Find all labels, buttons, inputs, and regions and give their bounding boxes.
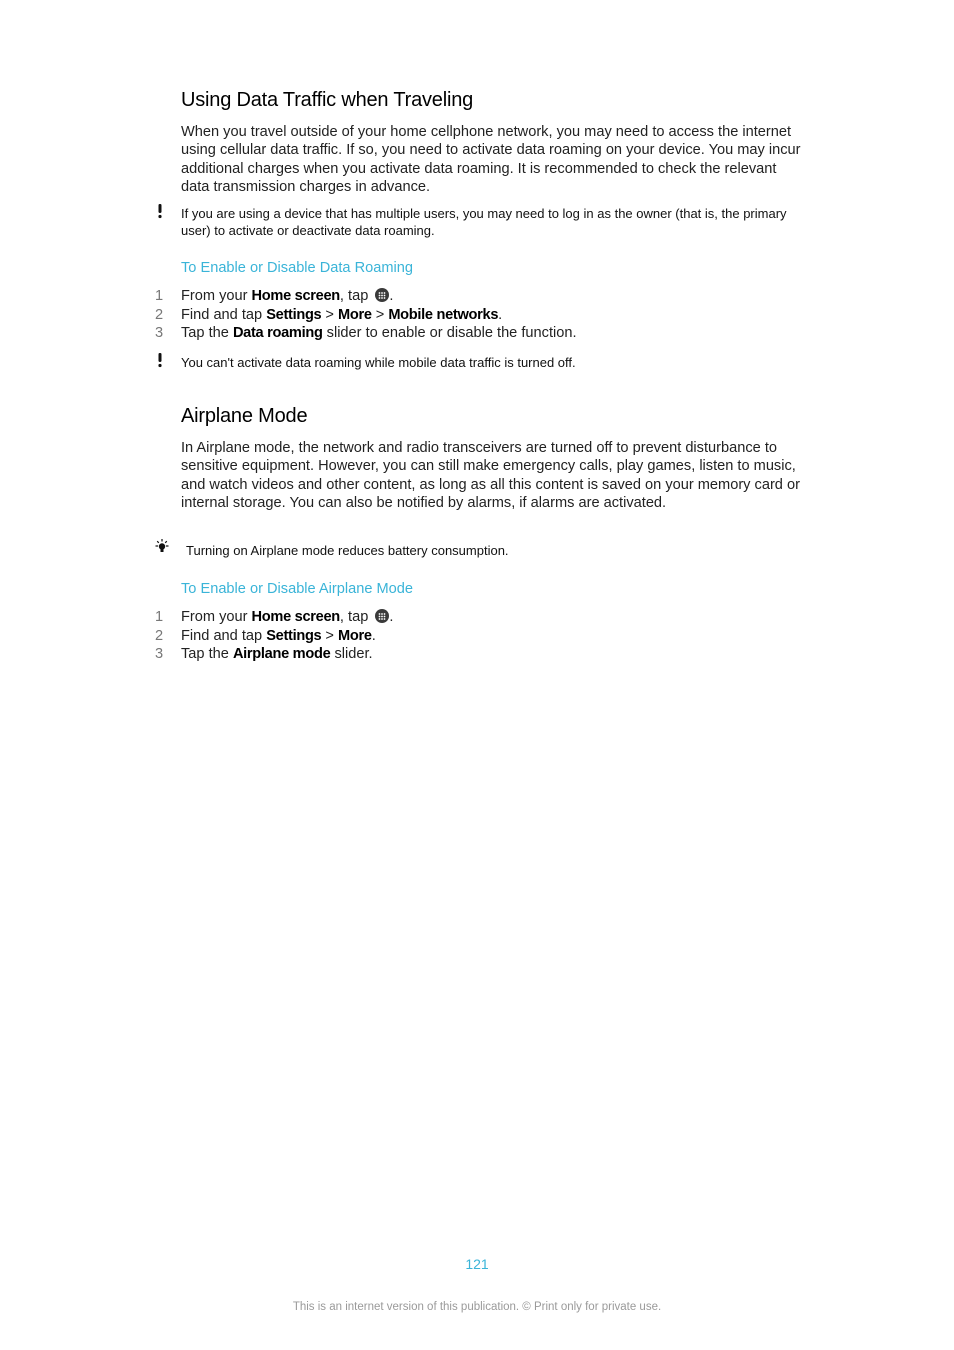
step-text: Find and tap Settings > More > Mobile ne… [181, 306, 503, 323]
step-text: From your Home screen, tap . [181, 288, 394, 304]
ui-term-home-screen: Home screen [251, 288, 341, 304]
step-number: 3 [155, 646, 164, 662]
step-item: 1 From your Home screen, tap . [0, 287, 954, 306]
step-number: 2 [155, 627, 164, 644]
ui-term-more: More [338, 627, 372, 644]
manual-page: Using Data Traffic when Traveling When y… [0, 0, 954, 1350]
apps-grid-icon [375, 609, 390, 623]
step-number: 2 [155, 306, 164, 323]
ui-term-settings: Settings [266, 627, 322, 644]
section-title-data-traffic: Using Data Traffic when Traveling [181, 89, 474, 111]
warning-mobile-data-off: You can't activate data roaming while mo… [181, 355, 576, 370]
section-paragraph-data-traffic: When you travel outside of your home cel… [181, 124, 801, 195]
step-text: Find and tap Settings > More. [181, 627, 376, 644]
exclamation-icon [154, 351, 166, 369]
procedure-title-data-roaming: To Enable or Disable Data Roaming [181, 260, 414, 276]
ui-term-settings: Settings [266, 306, 322, 323]
tip-battery: Turning on Airplane mode reduces battery… [186, 543, 509, 558]
ui-term-mobile-networks: Mobile networks [388, 306, 499, 323]
ui-term-data-roaming: Data roaming [232, 325, 323, 341]
step-number: 3 [155, 325, 164, 341]
step-item: 1 From your Home screen, tap . [0, 608, 954, 627]
step-number: 1 [155, 288, 164, 304]
step-item: 3 Tap the Airplane mode slider. [0, 645, 954, 664]
exclamation-icon [154, 202, 166, 220]
step-item: 2 Find and tap Settings > More > Mobile … [0, 306, 954, 325]
ui-term-more: More [338, 306, 372, 323]
section-title-airplane-mode: Airplane Mode [181, 405, 308, 427]
procedure-title-airplane-mode: To Enable or Disable Airplane Mode [181, 581, 414, 597]
ui-term-airplane-mode: Airplane mode [232, 646, 331, 662]
step-text: From your Home screen, tap . [181, 609, 394, 625]
step-item: 3 Tap the Data roaming slider to enable … [0, 324, 954, 343]
section-paragraph-airplane-mode: In Airplane mode, the network and radio … [181, 440, 800, 511]
step-item: 2 Find and tap Settings > More. [0, 627, 954, 646]
steps-data-roaming: 1 From your Home screen, tap . 2 Find an… [0, 287, 954, 343]
note-multiple-users: If you are using a device that has multi… [181, 206, 787, 238]
step-text: Tap the Data roaming slider to enable or… [181, 325, 577, 341]
apps-grid-icon [375, 288, 390, 302]
lightbulb-icon [154, 538, 170, 556]
page-number: 121 [465, 1256, 489, 1272]
ui-term-home-screen: Home screen [251, 609, 341, 625]
step-number: 1 [155, 609, 164, 625]
steps-airplane-mode: 1 From your Home screen, tap . 2 Find an… [0, 608, 954, 664]
step-text: Tap the Airplane mode slider. [181, 646, 373, 662]
footer-notice: This is an internet version of this publ… [292, 1301, 662, 1313]
